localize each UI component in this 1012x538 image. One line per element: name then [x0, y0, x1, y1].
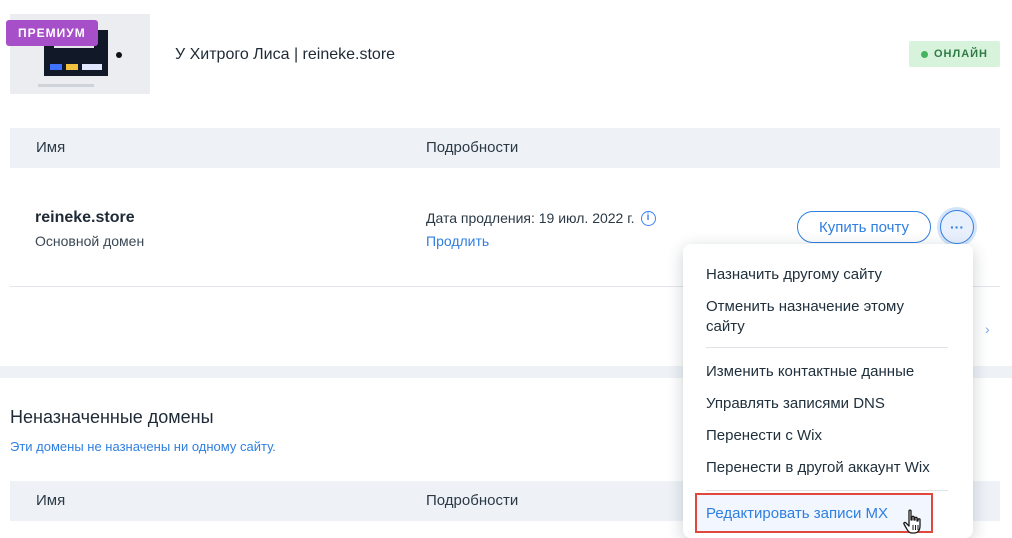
buy-mail-button[interactable]: Купить почту — [797, 211, 931, 243]
unassigned-domains-subtitle: Эти домены не назначены ни одному сайту. — [10, 439, 276, 454]
premium-badge: ПРЕМИУМ — [6, 20, 98, 46]
domains-table-header: Имя Подробности — [10, 128, 1000, 168]
renewal-date-text: Дата продления: 19 июл. 2022 г. — [426, 210, 635, 226]
menu-item-edit-contacts[interactable]: Изменить контактные данные — [706, 362, 914, 382]
domain-actions-menu: Назначить другому сайту Отменить назначе… — [683, 244, 973, 538]
status-badge-label: ОНЛАЙН — [933, 48, 988, 60]
menu-item-edit-mx[interactable]: Редактировать записи MX — [706, 504, 888, 524]
column-header-name: Имя — [36, 492, 66, 509]
status-badge: ОНЛАЙН — [908, 41, 1000, 67]
domain-type: Основной домен — [35, 233, 145, 249]
menu-item-unassign-site[interactable]: Отменить назначение этому сайту — [706, 297, 926, 337]
column-header-details: Подробности — [426, 139, 519, 156]
renew-link[interactable]: Продлить — [426, 233, 489, 249]
info-icon[interactable]: i — [640, 210, 656, 226]
preview-dot — [116, 52, 122, 58]
menu-divider — [706, 347, 948, 348]
menu-item-manage-dns[interactable]: Управлять записями DNS — [706, 394, 885, 414]
online-dot-icon — [920, 50, 928, 58]
menu-item-transfer-from-wix[interactable]: Перенести с Wix — [706, 426, 822, 446]
menu-item-transfer-account[interactable]: Перенести в другой аккаунт Wix — [706, 458, 930, 478]
renewal-date: Дата продления: 19 июл. 2022 г. i — [426, 210, 656, 226]
more-icon: ··· — [950, 219, 964, 235]
column-header-details: Подробности — [426, 492, 519, 509]
chevron-right-icon[interactable]: › — [985, 321, 990, 337]
menu-divider — [706, 490, 948, 491]
menu-item-assign-other-site[interactable]: Назначить другому сайту — [706, 265, 882, 285]
domain-name: reineke.store — [35, 209, 135, 226]
domains-page: ПРЕМИУМ У Хитрого Лиса | reineke.store О… — [0, 0, 1012, 538]
site-title: У Хитрого Лиса | reineke.store — [175, 46, 396, 63]
more-actions-button[interactable]: ··· — [940, 210, 974, 244]
column-header-name: Имя — [36, 139, 66, 156]
hand-cursor-icon — [903, 509, 921, 534]
preview-bar — [38, 84, 94, 87]
unassigned-domains-title: Неназначенные домены — [10, 407, 214, 427]
